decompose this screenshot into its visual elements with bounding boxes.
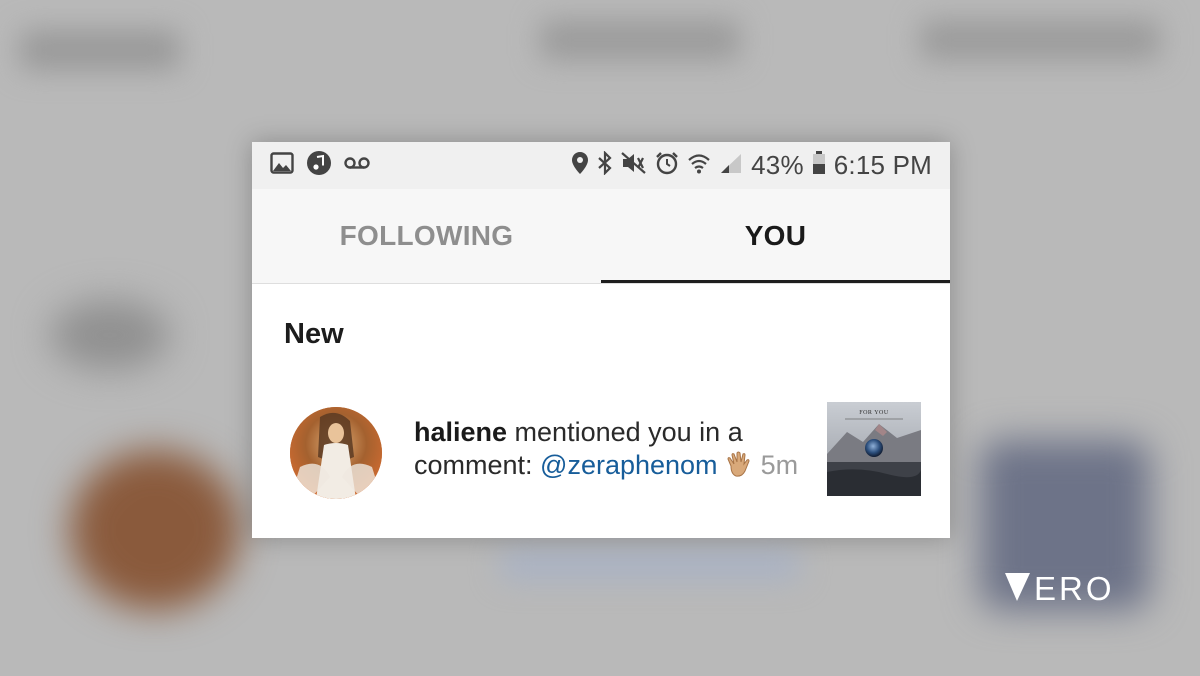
clock: 6:15 PM [833,150,932,180]
wifi-icon [687,152,711,179]
status-bar-left [270,142,370,189]
image-icon [270,152,294,179]
mute-icon [621,151,647,180]
vero-logo: ERO [1003,570,1127,609]
background-blur-bar [500,550,800,580]
alarm-icon [655,151,679,180]
background-blur-bar [540,20,740,60]
notification-username[interactable]: haliene [414,417,507,447]
battery-percent: 43% [751,150,804,180]
tab-bar: FOLLOWING YOU [252,189,950,284]
vero-logo-text: ERO [1034,570,1115,604]
status-bar: 43% 6:15 PM [252,142,950,189]
tab-you[interactable]: YOU [601,189,950,283]
location-icon [571,151,589,180]
waving-hand-icon [725,450,753,486]
status-bar-right: 43% 6:15 PM [571,142,932,189]
background-blur-circle [50,300,170,370]
background-blur-bar [20,30,180,70]
music-icon [307,151,331,180]
notification-time: 5m [760,450,799,480]
battery-icon [812,151,826,180]
voicemail-icon [344,156,370,175]
notification-panel: 43% 6:15 PM FOLLOWING YOU New haliene me… [252,142,950,538]
section-title: New [284,318,344,350]
background-blur-bar [920,20,1160,60]
thumbnail-title: FOR YOU [859,410,889,416]
post-thumbnail[interactable]: FOR YOU [827,402,921,496]
background-blur-avatar [70,450,240,610]
notification-text: haliene mentioned you in a comment: @zer… [414,416,814,486]
avatar[interactable] [290,407,382,499]
signal-icon [719,152,743,179]
tab-following[interactable]: FOLLOWING [252,189,601,283]
bluetooth-icon [597,150,613,180]
mention-link[interactable]: @zeraphenom [540,450,718,480]
notification-item[interactable]: haliene mentioned you in a comment: @zer… [252,400,950,504]
